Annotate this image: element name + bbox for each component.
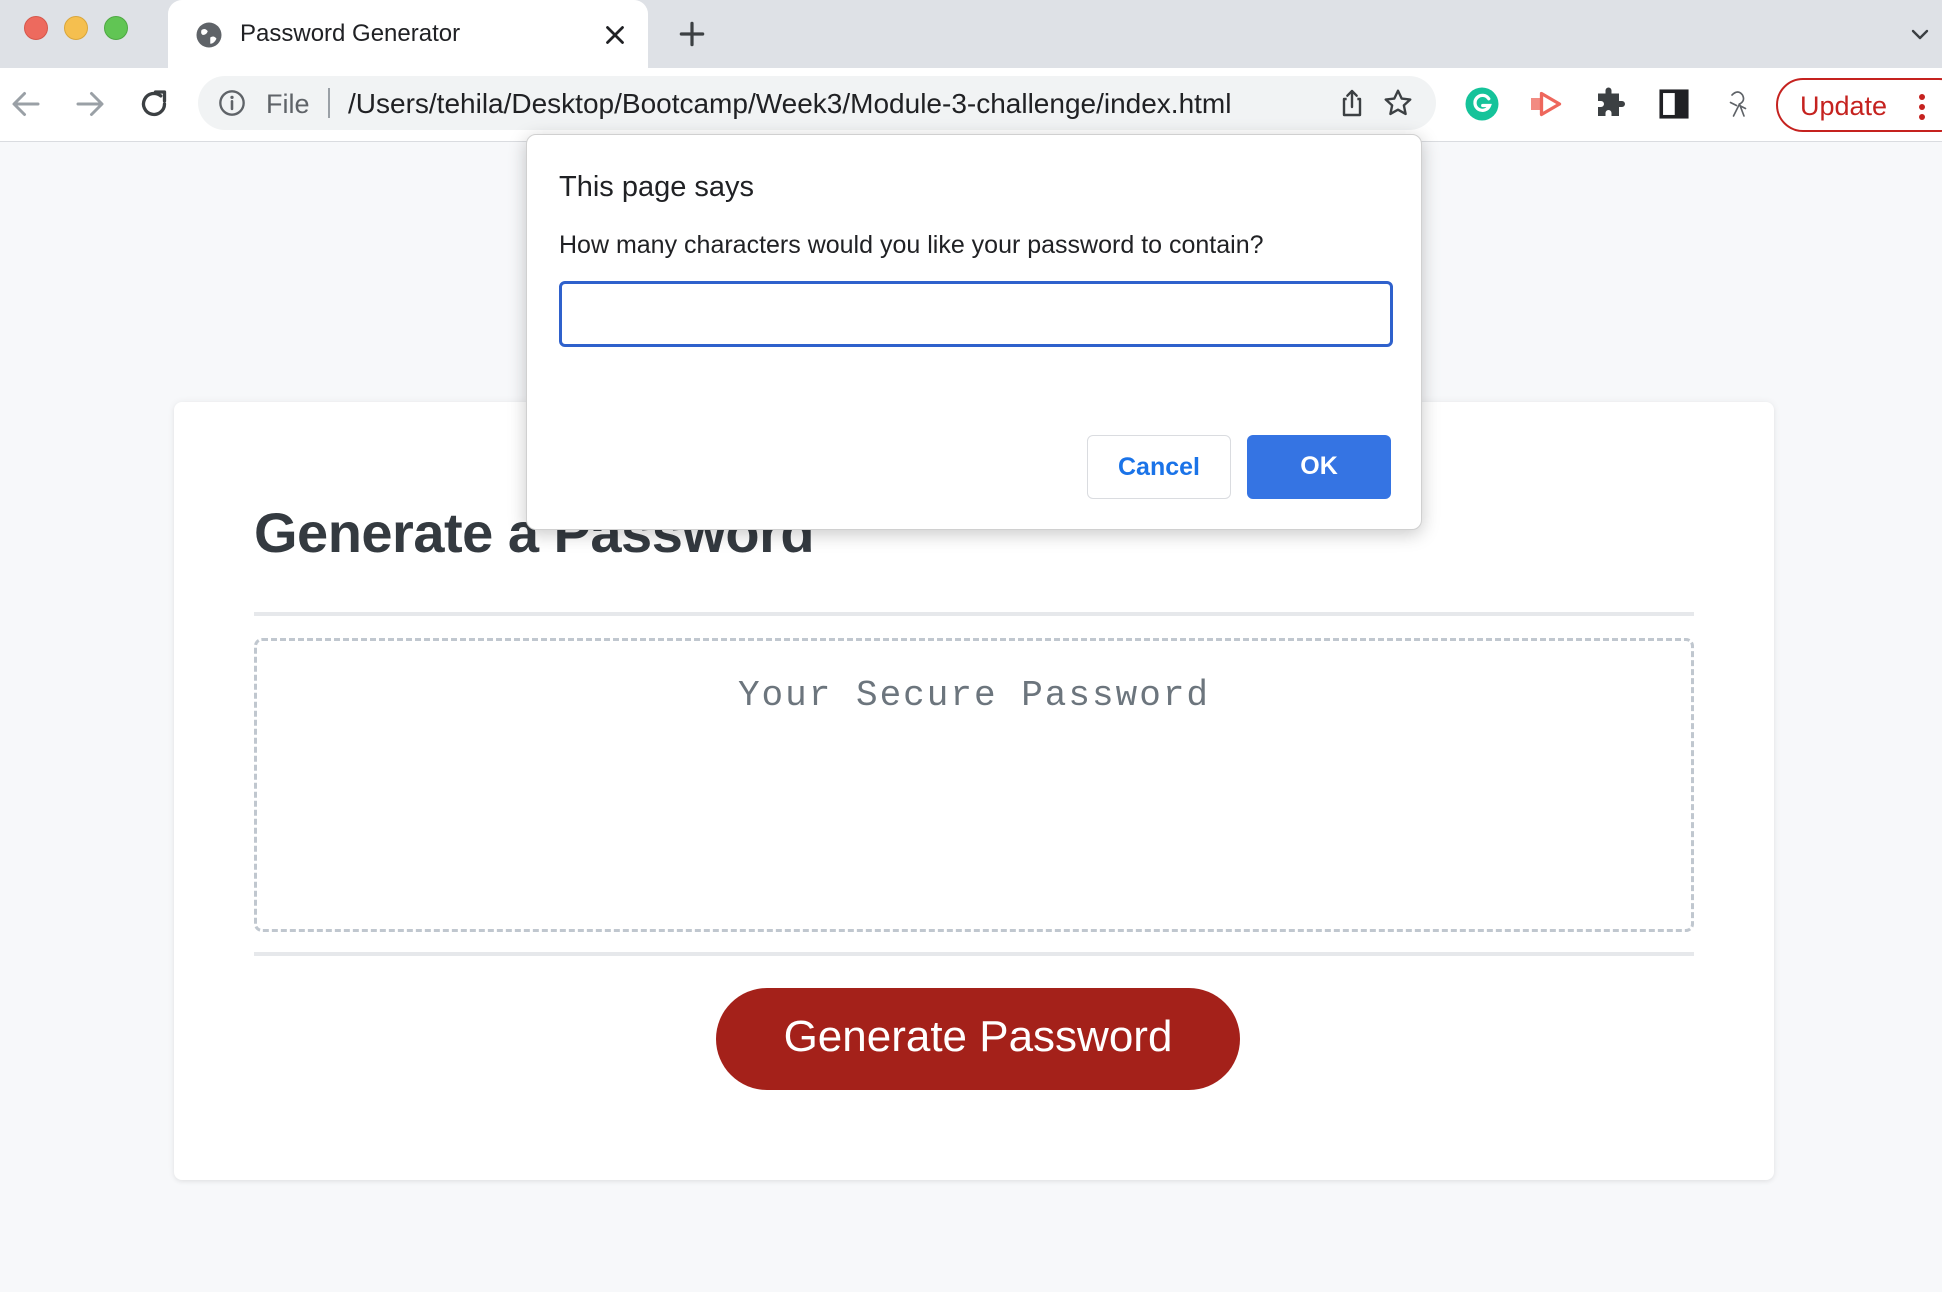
kebab-menu-icon[interactable]	[1916, 92, 1928, 122]
generate-password-button[interactable]: Generate Password	[716, 988, 1240, 1090]
url-text[interactable]: /Users/tehila/Desktop/Bootcamp/Week3/Mod…	[348, 88, 1231, 120]
side-panel-icon[interactable]	[1656, 86, 1692, 122]
grammarly-icon[interactable]	[1464, 86, 1500, 122]
share-icon[interactable]	[1336, 87, 1368, 119]
window-minimize-button[interactable]	[64, 16, 88, 40]
update-button[interactable]: Update	[1776, 78, 1942, 132]
puzzle-icon[interactable]	[1592, 86, 1628, 122]
dialog-message: How many characters would you like your …	[559, 231, 1264, 259]
prompt-dialog: This page says How many characters would…	[526, 134, 1422, 530]
browser-window: Password Generator File /Users/tehila/De	[0, 0, 1942, 1292]
divider	[254, 952, 1694, 956]
reload-icon[interactable]	[136, 86, 172, 122]
address-bar-divider	[328, 88, 330, 118]
url-scheme-label: File	[266, 89, 310, 119]
close-tab-icon[interactable]	[600, 20, 630, 50]
password-output[interactable]: Your Secure Password	[254, 638, 1694, 932]
bookmark-star-icon[interactable]	[1382, 87, 1414, 119]
tab-title: Password Generator	[240, 20, 461, 47]
generate-password-button-label: Generate Password	[783, 1012, 1173, 1061]
window-maximize-button[interactable]	[104, 16, 128, 40]
back-arrow-icon[interactable]	[8, 86, 44, 122]
ok-button-label: OK	[1300, 452, 1338, 480]
new-tab-icon[interactable]	[676, 18, 708, 50]
info-icon[interactable]	[218, 89, 246, 117]
arrow-extension-icon[interactable]	[1528, 86, 1564, 122]
tab-strip: Password Generator	[0, 0, 1942, 68]
cancel-button[interactable]: Cancel	[1087, 435, 1231, 499]
divider	[254, 612, 1694, 616]
dialog-title: This page says	[559, 171, 755, 203]
update-button-label: Update	[1800, 91, 1888, 121]
avatar-icon[interactable]	[1720, 86, 1756, 122]
globe-icon	[196, 22, 222, 48]
window-close-button[interactable]	[24, 16, 48, 40]
dialog-input[interactable]	[559, 281, 1393, 347]
password-placeholder: Your Secure Password	[737, 675, 1211, 716]
tab-password-generator[interactable]: Password Generator	[168, 0, 648, 68]
chevron-down-icon[interactable]	[1908, 22, 1932, 46]
ok-button[interactable]: OK	[1247, 435, 1391, 499]
cancel-button-label: Cancel	[1118, 453, 1200, 481]
address-bar[interactable]: File /Users/tehila/Desktop/Bootcamp/Week…	[198, 76, 1436, 130]
forward-arrow-icon[interactable]	[72, 86, 108, 122]
